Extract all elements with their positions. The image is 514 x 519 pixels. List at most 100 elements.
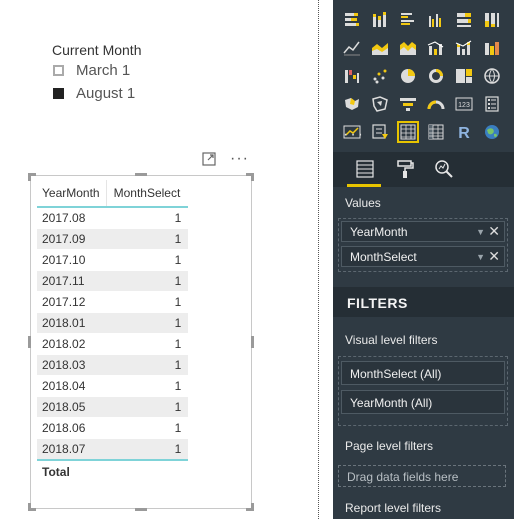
slicer-checkbox[interactable] — [53, 64, 64, 76]
table-row: 2018.04 1 — [37, 375, 189, 397]
resize-handle[interactable] — [135, 508, 147, 511]
resize-handle[interactable] — [251, 336, 254, 348]
map-icon[interactable] — [481, 65, 503, 87]
slicer-item-august[interactable]: August 1 — [52, 82, 141, 104]
clustered-bar-chart-icon[interactable] — [397, 9, 419, 31]
cell-yearmonth: 2017.11 — [37, 270, 107, 292]
pane-divider — [318, 0, 319, 519]
line-chart-icon[interactable] — [341, 37, 363, 59]
cell-monthselect: 1 — [106, 312, 189, 334]
cell-yearmonth: 2018.06 — [37, 417, 107, 439]
stacked-area-chart-icon[interactable] — [397, 37, 419, 59]
resize-handle[interactable] — [28, 336, 31, 348]
slicer-item-march[interactable]: March 1 — [52, 59, 141, 81]
arcgis-map-icon[interactable] — [481, 121, 503, 143]
card-icon[interactable]: 123 — [453, 93, 475, 115]
cell-monthselect: 1 — [106, 333, 189, 355]
cell-yearmonth: 2018.03 — [37, 354, 107, 376]
visualization-gallery: 123 R — [341, 9, 503, 143]
remove-field-icon[interactable]: ✕ — [488, 248, 500, 265]
page-filters-drop-zone[interactable]: Drag data fields here — [338, 465, 506, 487]
more-visuals-icon[interactable]: ··· — [343, 126, 365, 144]
field-yearmonth[interactable]: YearMonth ▼ ✕ — [341, 221, 505, 242]
resize-handle[interactable] — [28, 173, 31, 181]
focus-mode-icon[interactable] — [202, 152, 216, 166]
multi-row-card-icon[interactable] — [481, 93, 503, 115]
resize-handle[interactable] — [251, 173, 254, 181]
filter-label: YearMonth (All) — [350, 396, 433, 410]
cell-monthselect: 1 — [106, 396, 189, 418]
stacked-bar-chart-icon[interactable] — [341, 9, 363, 31]
cell-monthselect: 1 — [106, 228, 189, 250]
table-row: 2017.09 1 — [37, 228, 189, 250]
report-level-filters-label: Report level filters — [345, 501, 442, 515]
filter-yearmonth[interactable]: YearMonth (All) — [341, 390, 505, 414]
line-clustered-column-icon[interactable] — [425, 37, 447, 59]
pie-chart-icon[interactable] — [397, 65, 419, 87]
table-row: 2018.07 1 — [37, 438, 189, 461]
visualizations-pane: 123 R ··· Values YearMonth ▼ ✕ MonthSele… — [333, 0, 514, 519]
fields-tab-icon[interactable] — [353, 157, 377, 181]
gauge-icon[interactable] — [425, 93, 447, 115]
table-row: 2017.12 1 — [37, 291, 189, 313]
column-header-monthselect[interactable]: MonthSelect — [105, 180, 189, 208]
more-options-icon[interactable]: ··· — [230, 151, 249, 167]
table-row: 2018.05 1 — [37, 396, 189, 418]
slicer-visual-icon[interactable] — [369, 121, 391, 143]
field-label: MonthSelect — [350, 250, 417, 264]
column-header-yearmonth[interactable]: YearMonth — [37, 180, 107, 208]
100-stacked-column-chart-icon[interactable] — [481, 9, 503, 31]
slicer-item-label: March 1 — [76, 61, 131, 79]
cell-yearmonth: 2017.09 — [37, 228, 107, 250]
table-visual-icon[interactable] — [397, 121, 419, 143]
stacked-column-chart-icon[interactable] — [369, 9, 391, 31]
cell-monthselect: 1 — [106, 270, 189, 292]
visual-level-filters-label: Visual level filters — [345, 333, 438, 347]
treemap-icon[interactable] — [453, 65, 475, 87]
filter-label: MonthSelect (All) — [350, 367, 442, 381]
clustered-column-chart-icon[interactable] — [425, 9, 447, 31]
waterfall-chart-icon[interactable] — [341, 65, 363, 87]
100-stacked-bar-chart-icon[interactable] — [453, 9, 475, 31]
cell-monthselect: 1 — [106, 249, 189, 271]
report-canvas: Current Month March 1 August 1 ··· YearM… — [0, 0, 318, 519]
funnel-chart-icon[interactable] — [397, 93, 419, 115]
slicer-checkbox[interactable] — [53, 87, 64, 99]
chevron-down-icon[interactable]: ▼ — [476, 252, 485, 262]
scatter-chart-icon[interactable] — [369, 65, 391, 87]
area-chart-icon[interactable] — [369, 37, 391, 59]
shape-map-icon[interactable] — [369, 93, 391, 115]
chevron-down-icon[interactable]: ▼ — [476, 227, 485, 237]
cell-monthselect: 1 — [106, 207, 189, 229]
cell-yearmonth: 2017.12 — [37, 291, 107, 313]
filter-monthselect[interactable]: MonthSelect (All) — [341, 361, 505, 385]
visual-level-filters-well[interactable]: MonthSelect (All) YearMonth (All) — [338, 356, 508, 426]
pane-tabs — [333, 152, 514, 187]
table-row: 2018.03 1 — [37, 354, 189, 376]
table-header-row: YearMonth MonthSelect — [37, 180, 189, 208]
filters-header: FILTERS — [333, 287, 514, 317]
matrix-icon[interactable] — [425, 121, 447, 143]
drop-zone-placeholder: Drag data fields here — [347, 470, 459, 484]
filled-map-icon[interactable] — [341, 93, 363, 115]
format-paint-roller-icon[interactable] — [393, 157, 417, 181]
resize-handle[interactable] — [28, 503, 31, 511]
line-stacked-column-icon[interactable] — [453, 37, 475, 59]
table-visual[interactable]: YearMonth MonthSelect 2017.08 1 2017.09 1 … — [28, 173, 254, 511]
cell-yearmonth: 2018.05 — [37, 396, 107, 418]
table-row: 2017.10 1 — [37, 249, 189, 271]
remove-field-icon[interactable]: ✕ — [488, 223, 500, 240]
analytics-magnifier-icon[interactable] — [432, 157, 456, 181]
page-level-filters-label: Page level filters — [345, 439, 434, 453]
field-monthselect[interactable]: MonthSelect ▼ ✕ — [341, 246, 505, 267]
total-value — [106, 460, 189, 484]
ribbon-chart-icon[interactable] — [481, 37, 503, 59]
donut-chart-icon[interactable] — [425, 65, 447, 87]
values-well[interactable]: YearMonth ▼ ✕ MonthSelect ▼ ✕ — [338, 218, 508, 272]
cell-monthselect: 1 — [106, 417, 189, 439]
visual-header: ··· — [202, 151, 249, 167]
resize-handle[interactable] — [135, 173, 147, 176]
resize-handle[interactable] — [251, 503, 254, 511]
table-row: 2018.01 1 — [37, 312, 189, 334]
r-script-visual-icon[interactable]: R — [453, 121, 475, 143]
